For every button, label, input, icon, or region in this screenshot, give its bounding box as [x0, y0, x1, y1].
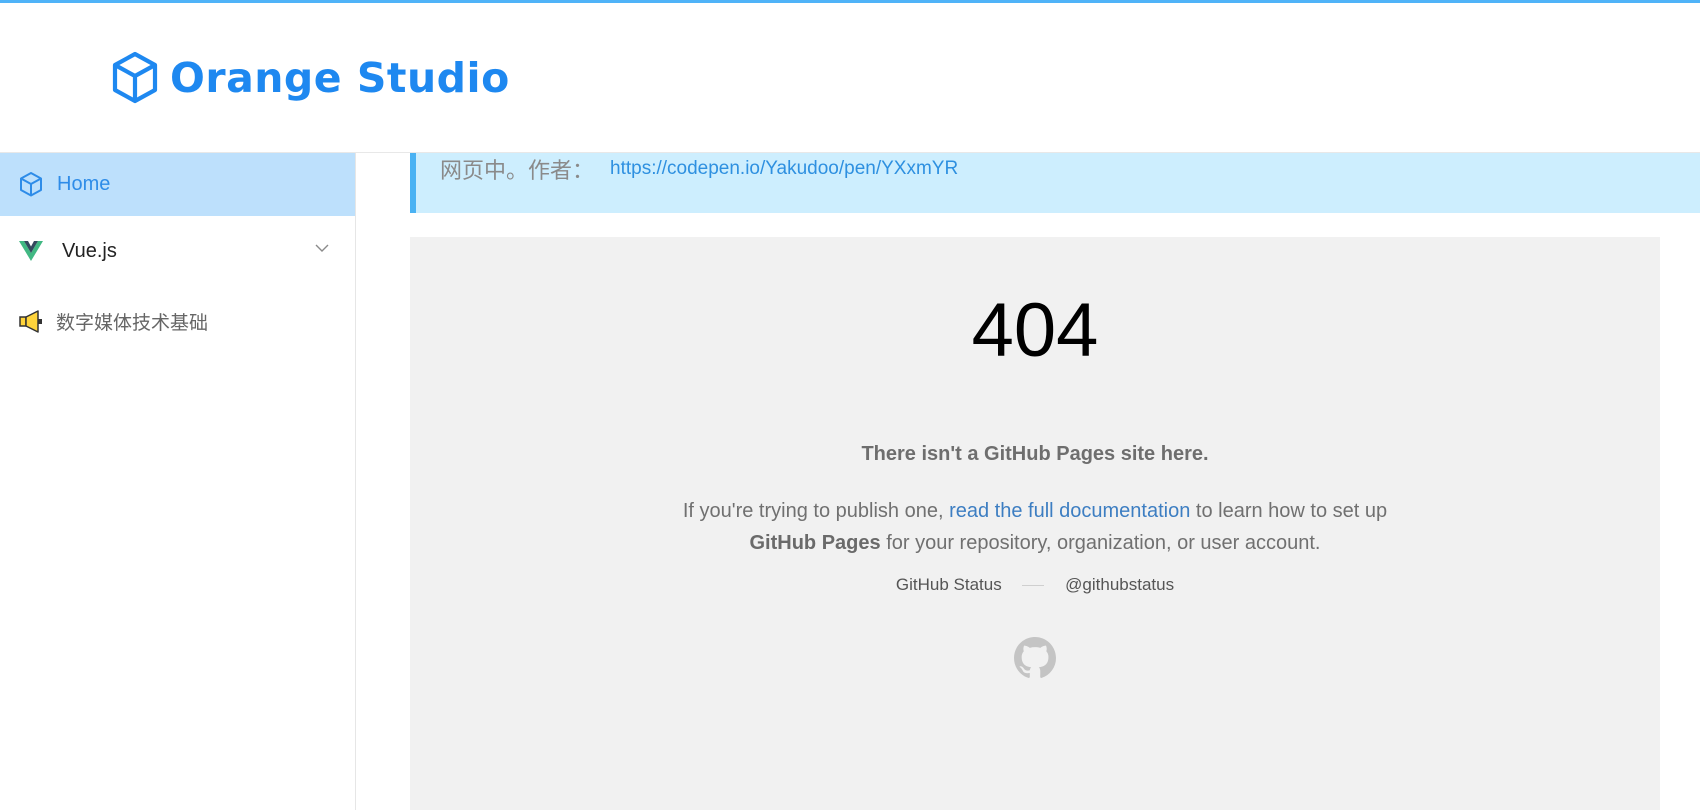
author-link[interactable]: https://codepen.io/Yakudoo/pen/YXxmYR — [610, 158, 958, 180]
error-headline: There isn't a GitHub Pages site here. — [861, 443, 1209, 465]
megaphone-icon — [19, 310, 42, 333]
error-description: If you're trying to publish one, read th… — [410, 495, 1660, 559]
description-text: If you're trying to publish one, — [682, 500, 950, 522]
main-content: 网页中。作者： https://codepen.io/Yakudoo/pen/Y… — [356, 153, 1700, 810]
sidebar-item-label: Home — [57, 173, 111, 195]
sidebar-item-home[interactable]: Home — [0, 153, 355, 216]
description-text: to learn how to set up — [1190, 500, 1388, 522]
description-text: for your repository, organization, or us… — [880, 532, 1321, 554]
cube-icon — [20, 172, 42, 197]
sidebar-item-vuejs[interactable]: Vue.js — [0, 216, 355, 286]
status-links: GitHub Status @githubstatus — [410, 575, 1660, 595]
documentation-link[interactable]: read the full documentation — [949, 500, 1190, 522]
sidebar: Home Vue.js 数字媒体技术基础 — [0, 153, 356, 810]
brand-name: Orange Studio — [170, 54, 510, 102]
brand-logo[interactable]: Orange Studio — [110, 50, 510, 106]
notice-text: 网页中。作者： — [440, 159, 595, 184]
github-status-twitter-link[interactable]: @githubstatus — [1065, 575, 1174, 594]
site-header: Orange Studio — [0, 3, 1700, 153]
vue-logo-icon — [19, 241, 43, 261]
author-notice: 网页中。作者： https://codepen.io/Yakudoo/pen/Y… — [410, 153, 1700, 213]
cube-icon — [112, 51, 158, 104]
separator — [1022, 585, 1045, 587]
sidebar-item-label: Vue.js — [62, 239, 117, 262]
github-pages-text: GitHub Pages — [749, 532, 881, 554]
embedded-page-frame: 404 There isn't a GitHub Pages site here… — [410, 237, 1660, 810]
sidebar-item-label: 数字媒体技术基础 — [56, 311, 209, 334]
sidebar-item-digital-media[interactable]: 数字媒体技术基础 — [0, 286, 355, 356]
github-status-link[interactable]: GitHub Status — [896, 575, 1002, 594]
error-code: 404 — [971, 288, 1099, 373]
github-octocat-icon[interactable] — [1014, 637, 1056, 679]
chevron-down-icon[interactable] — [313, 239, 331, 257]
